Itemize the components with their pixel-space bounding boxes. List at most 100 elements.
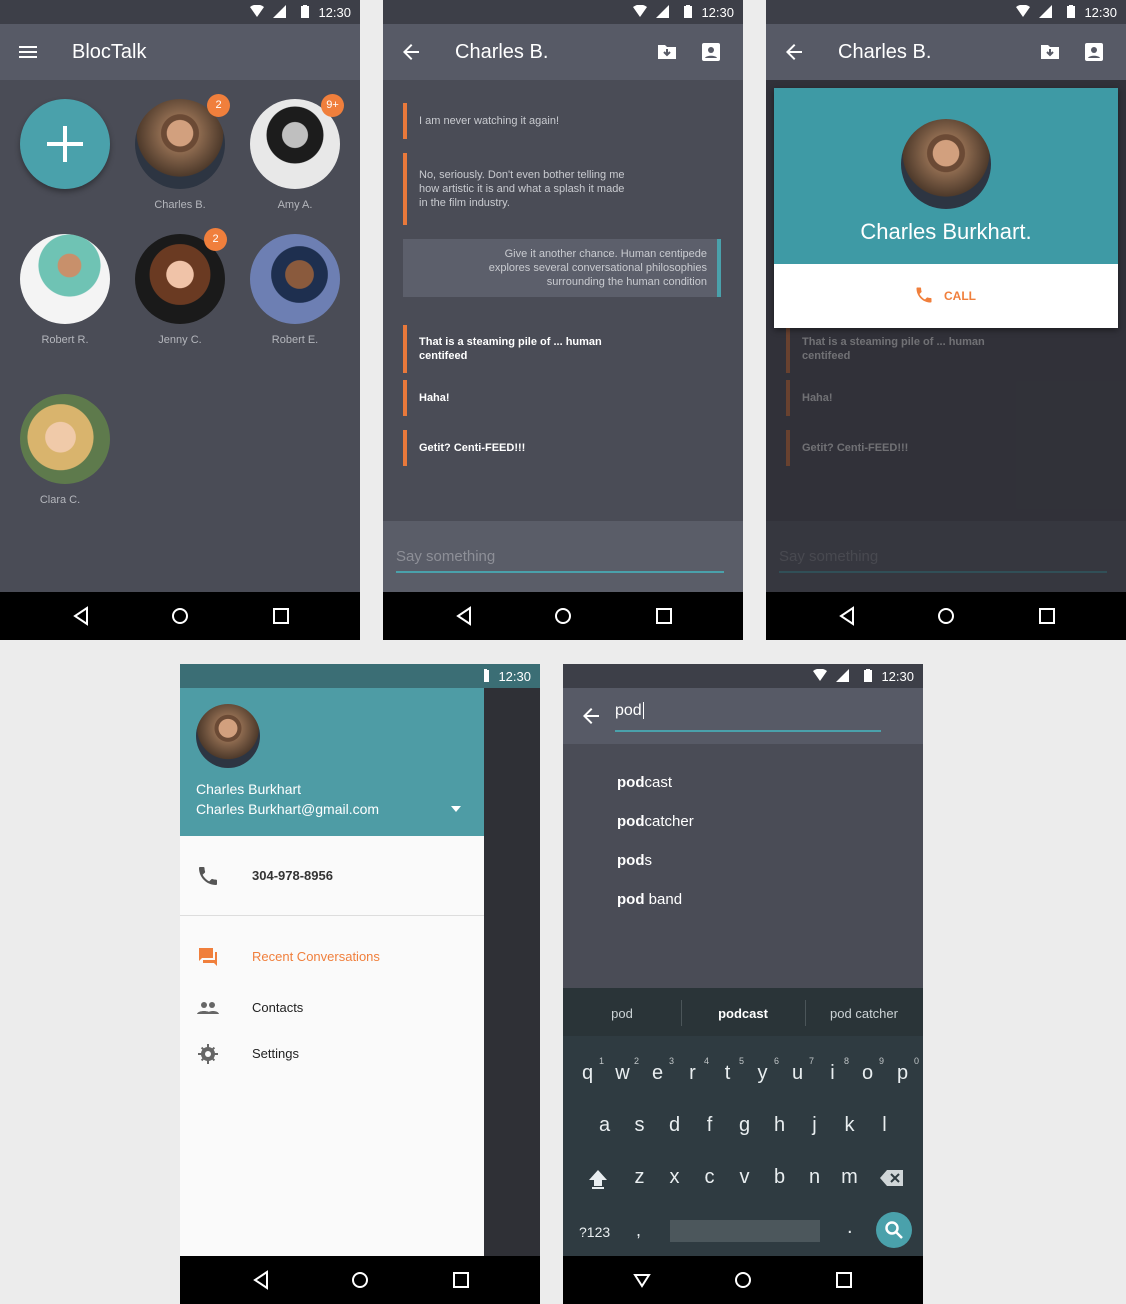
key-label: h [773, 1114, 786, 1136]
key-b[interactable]: b [762, 1166, 797, 1189]
recents-nav-icon[interactable] [1038, 606, 1056, 626]
contact-robert-e[interactable]: Robert E. [250, 234, 340, 354]
comma-key[interactable]: , [636, 1220, 641, 1241]
key-g[interactable]: g [727, 1114, 762, 1137]
back-nav-icon[interactable] [72, 606, 90, 626]
drawer-item-phone[interactable]: 304-978-8956 [180, 854, 484, 898]
nav-bar [180, 1256, 540, 1304]
key-c[interactable]: c [692, 1166, 727, 1189]
key-v[interactable]: v [727, 1166, 762, 1189]
search-input[interactable]: pod [615, 702, 881, 732]
back-arrow-icon[interactable] [399, 40, 423, 64]
key-number-hint: 4 [703, 1056, 709, 1066]
message-input[interactable] [396, 541, 724, 573]
phone-icon [199, 867, 217, 885]
drawer-divider [180, 915, 484, 916]
contact-card-icon[interactable] [699, 40, 723, 64]
unread-badge: 2 [204, 228, 227, 251]
home-nav-icon[interactable] [351, 1270, 369, 1290]
nav-bar [0, 592, 360, 640]
key-y[interactable]: y6 [745, 1056, 780, 1085]
contact-amy[interactable]: 9+ Amy A. [250, 94, 344, 219]
suggestion-item[interactable]: podcatcher [617, 813, 694, 830]
key-z[interactable]: z [622, 1166, 657, 1189]
key-r[interactable]: r4 [675, 1056, 710, 1085]
recents-nav-icon[interactable] [452, 1270, 470, 1290]
archive-icon[interactable] [655, 40, 679, 64]
key-s[interactable]: s [622, 1114, 657, 1137]
key-o[interactable]: o9 [850, 1056, 885, 1085]
menu-icon[interactable] [16, 40, 40, 64]
keyboard-suggestion[interactable]: podcast [681, 1006, 805, 1021]
suggestion-item[interactable]: pods [617, 852, 652, 869]
suggestion-item[interactable]: pod band [617, 891, 682, 908]
key-w[interactable]: w2 [605, 1056, 640, 1085]
phone-icon [916, 287, 932, 303]
home-nav-icon[interactable] [937, 606, 955, 626]
account-dropdown-icon[interactable] [448, 804, 464, 814]
back-arrow-icon[interactable] [782, 40, 806, 64]
key-a[interactable]: a [587, 1114, 622, 1137]
add-contact-button[interactable] [20, 99, 110, 189]
scrim-overlay[interactable] [484, 688, 540, 1256]
clock: 12:30 [701, 5, 734, 20]
key-j[interactable]: j [797, 1114, 832, 1137]
recents-nav-icon[interactable] [835, 1270, 853, 1290]
key-t[interactable]: t5 [710, 1056, 745, 1085]
period-key[interactable]: . [847, 1216, 853, 1239]
keyboard-suggestion[interactable]: pod [563, 1006, 681, 1021]
search-icon [885, 1221, 903, 1239]
contact-charles[interactable]: 2 Charles B. [135, 94, 230, 219]
archive-icon[interactable] [1038, 40, 1062, 64]
key-q[interactable]: q1 [570, 1056, 605, 1085]
drawer-item-settings[interactable]: Settings [180, 1032, 484, 1076]
shift-icon[interactable] [587, 1168, 609, 1190]
key-i[interactable]: i8 [815, 1056, 850, 1085]
key-l[interactable]: l [867, 1114, 902, 1137]
suggestion-item[interactable]: podcast [617, 774, 672, 791]
contact-name: Charles B. [154, 199, 206, 211]
recents-nav-icon[interactable] [272, 606, 290, 626]
avatar [20, 394, 110, 484]
key-p[interactable]: p0 [885, 1056, 920, 1085]
suggestion-match: pod [617, 852, 645, 869]
key-h[interactable]: h [762, 1114, 797, 1137]
home-nav-icon[interactable] [554, 606, 572, 626]
symbols-key[interactable]: ?123 [579, 1224, 610, 1240]
backspace-icon[interactable] [879, 1168, 905, 1188]
key-number-hint: 9 [878, 1056, 884, 1066]
contact-card-icon[interactable] [1082, 40, 1106, 64]
key-label: q [581, 1062, 594, 1084]
back-nav-icon[interactable] [252, 1270, 270, 1290]
suggestion-match: pod [617, 774, 645, 791]
call-button[interactable]: CALL [894, 282, 1004, 308]
home-nav-icon[interactable] [734, 1270, 752, 1290]
home-nav-icon[interactable] [171, 606, 189, 626]
collapse-keyboard-icon[interactable] [633, 1270, 651, 1290]
key-u[interactable]: u7 [780, 1056, 815, 1085]
key-k[interactable]: k [832, 1114, 867, 1137]
back-nav-icon[interactable] [455, 606, 473, 626]
phone-conversation-screen: 12:30 Charles B. I am never watching it … [383, 0, 743, 640]
navigation-drawer: Charles Burkhart Charles Burkhart@gmail.… [180, 664, 484, 1256]
contact-clara[interactable]: Clara C. [20, 394, 110, 514]
search-action-button[interactable] [876, 1212, 912, 1248]
key-n[interactable]: n [797, 1166, 832, 1189]
back-arrow-icon[interactable] [579, 704, 603, 728]
drawer-item-recent-conversations[interactable]: Recent Conversations [180, 935, 484, 979]
key-number-hint: 3 [668, 1056, 674, 1066]
spacebar[interactable] [670, 1220, 820, 1242]
key-e[interactable]: e3 [640, 1056, 675, 1085]
key-m[interactable]: m [832, 1166, 867, 1189]
contact-jenny[interactable]: 2 Jenny C. [135, 228, 227, 354]
keyboard-suggestion[interactable]: pod catcher [805, 1006, 923, 1021]
recents-nav-icon[interactable] [655, 606, 673, 626]
drawer-item-contacts[interactable]: Contacts [180, 986, 484, 1030]
key-label: j [812, 1114, 817, 1136]
key-x[interactable]: x [657, 1166, 692, 1189]
key-f[interactable]: f [692, 1114, 727, 1137]
key-d[interactable]: d [657, 1114, 692, 1137]
contact-robert-r[interactable]: Robert R. [20, 234, 110, 354]
back-nav-icon[interactable] [838, 606, 856, 626]
message-bubble: That is a steaming pile of ... human cen… [403, 325, 721, 373]
